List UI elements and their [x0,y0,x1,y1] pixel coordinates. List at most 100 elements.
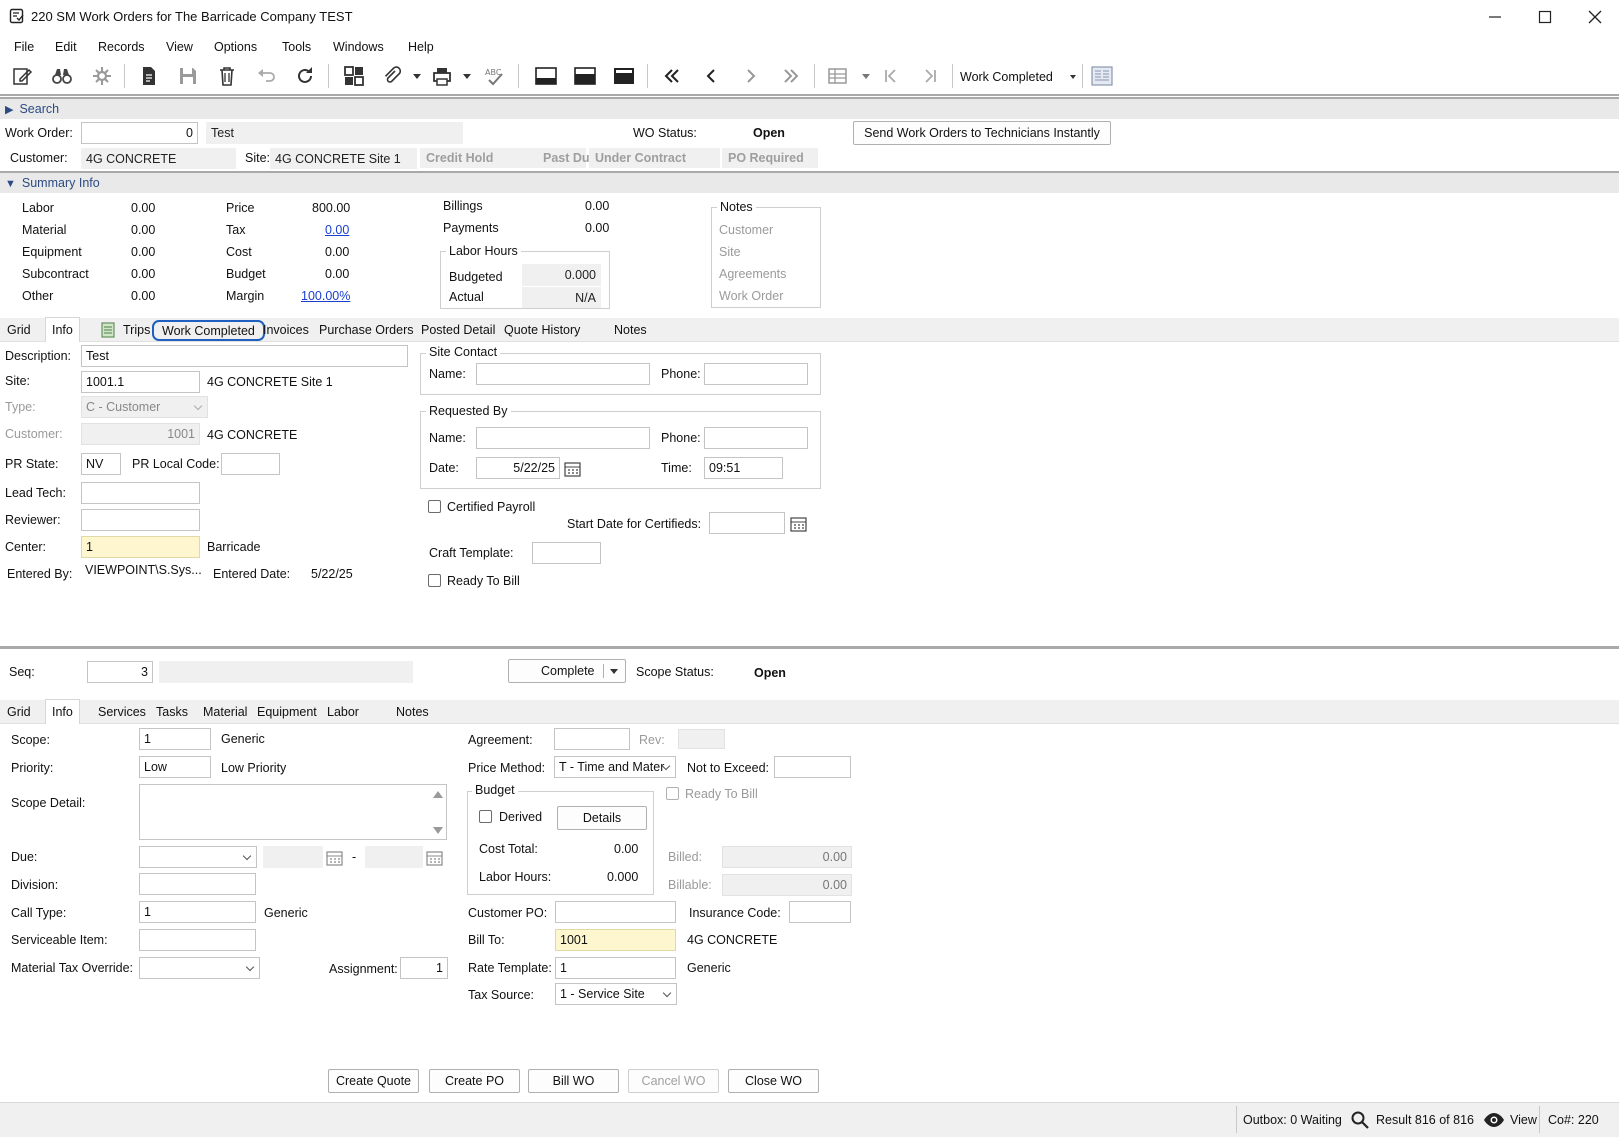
tab-quote-history[interactable]: Quote History [504,318,580,342]
create-quote-button[interactable]: Create Quote [328,1069,419,1093]
work-order-input[interactable]: 0 [81,122,198,144]
refresh-icon[interactable] [291,62,319,90]
view-dropdown[interactable]: Work Completed [960,66,1076,88]
chevron-down-icon[interactable] [610,669,618,674]
lead-tech-input[interactable] [81,482,200,504]
menu-edit[interactable]: Edit [55,39,77,55]
minimize-icon[interactable] [1487,9,1503,25]
first-page-icon[interactable] [877,62,905,90]
scroll-down-icon[interactable] [433,827,443,834]
edit-form-icon[interactable] [8,62,36,90]
calendar-icon[interactable] [425,848,445,868]
tab-info[interactable]: Info [45,699,80,724]
price-method-select[interactable]: T - Time and Mater [554,756,676,778]
save-icon[interactable] [174,62,202,90]
material-tax-override-select[interactable] [139,957,260,979]
settings-gear-icon[interactable] [88,62,116,90]
details-button[interactable]: Details [557,806,647,830]
craft-template-input[interactable] [532,542,601,564]
notes-site[interactable]: Site [719,244,741,260]
close-wo-button[interactable]: Close WO [728,1069,819,1093]
menu-help[interactable]: Help [408,39,434,55]
eye-icon[interactable] [1483,1111,1505,1129]
tab-tasks[interactable]: Tasks [156,700,188,724]
last-page-icon[interactable] [916,62,944,90]
insurance-code-input[interactable] [789,901,851,923]
panel-splitter[interactable] [0,646,1619,649]
agreement-input[interactable] [554,728,630,750]
layout-full-icon[interactable] [610,62,638,90]
division-input[interactable] [139,873,256,895]
call-type-input[interactable]: 1 [139,901,256,923]
delete-icon[interactable] [213,62,241,90]
scope-detail-textarea[interactable] [139,784,447,840]
first-record-icon[interactable] [658,62,686,90]
not-to-exceed-input[interactable] [774,756,851,778]
print-icon[interactable] [428,62,456,90]
due-select[interactable] [139,846,257,868]
tab-trips[interactable]: Trips [123,318,150,342]
chevron-down-icon[interactable] [862,74,870,79]
tab-grid[interactable]: Grid [7,318,31,342]
tab-equipment[interactable]: Equipment [257,700,317,724]
bill-to-input[interactable]: 1001 [555,929,676,951]
site-input[interactable]: 1001.1 [81,371,200,393]
scroll-up-icon[interactable] [433,791,443,798]
calendar-icon[interactable] [563,459,583,479]
menu-view[interactable]: View [166,39,193,55]
notes-agreements[interactable]: Agreements [719,266,786,282]
notes-work-order[interactable]: Work Order [719,288,783,304]
description-input[interactable]: Test [81,345,408,367]
tab-services[interactable]: Services [98,700,146,724]
menu-tools[interactable]: Tools [282,39,311,55]
type-select[interactable]: C - Customer [81,396,208,418]
pr-state-input[interactable]: NV [81,453,121,475]
summary-tax-link[interactable]: 0.00 [325,222,349,238]
menu-records[interactable]: Records [98,39,145,55]
tab-grid[interactable]: Grid [7,700,31,724]
search-section-bar[interactable]: ▶ Search [0,97,1619,119]
menu-windows[interactable]: Windows [333,39,384,55]
rate-template-input[interactable]: 1 [555,957,676,979]
priority-input[interactable]: Low [139,756,211,778]
tax-source-select[interactable]: 1 - Service Site [555,983,677,1005]
calendar-icon[interactable] [325,848,345,868]
start-date-certifieds-input[interactable] [709,512,785,534]
grid-view-icon[interactable] [340,62,368,90]
ready-to-bill-checkbox[interactable] [428,574,441,587]
undo-icon[interactable] [252,62,280,90]
create-po-button[interactable]: Create PO [429,1069,520,1093]
scope-input[interactable]: 1 [139,728,211,750]
menu-file[interactable]: File [14,39,34,55]
summary-margin-link[interactable]: 100.00% [301,288,350,304]
spellcheck-icon[interactable]: ABC [480,62,508,90]
scope-ready-to-bill-checkbox[interactable] [666,787,679,800]
tab-work-completed[interactable]: Work Completed [152,320,265,341]
new-document-icon[interactable] [135,62,163,90]
site-contact-phone-input[interactable] [704,363,808,385]
tab-purchase-orders[interactable]: Purchase Orders [319,318,413,342]
tab-labor[interactable]: Labor [327,700,359,724]
tab-info[interactable]: Info [45,317,80,342]
layout-top-icon[interactable] [532,62,560,90]
requested-time-input[interactable]: 09:51 [704,457,783,479]
cancel-wo-button[interactable]: Cancel WO [628,1069,719,1093]
requested-date-input[interactable]: 5/22/25 [476,457,560,479]
pr-local-code-input[interactable] [221,453,280,475]
reviewer-input[interactable] [81,509,200,531]
requested-by-name-input[interactable] [476,427,650,449]
serviceable-item-input[interactable] [139,929,256,951]
center-input[interactable]: 1 [81,536,200,558]
attachment-icon[interactable] [378,62,406,90]
derived-checkbox[interactable] [479,810,492,823]
bill-wo-button[interactable]: Bill WO [528,1069,619,1093]
table-settings-icon[interactable] [824,62,852,90]
complete-button[interactable]: Complete [508,659,626,683]
scope-detail-scrollbar[interactable] [428,785,446,839]
report-icon[interactable] [1088,62,1116,90]
certified-payroll-checkbox[interactable] [428,500,441,513]
send-work-orders-button[interactable]: Send Work Orders to Technicians Instantl… [853,121,1111,145]
search-icon[interactable] [1350,1110,1370,1130]
previous-record-icon[interactable] [697,62,725,90]
rev-input[interactable] [678,729,725,749]
